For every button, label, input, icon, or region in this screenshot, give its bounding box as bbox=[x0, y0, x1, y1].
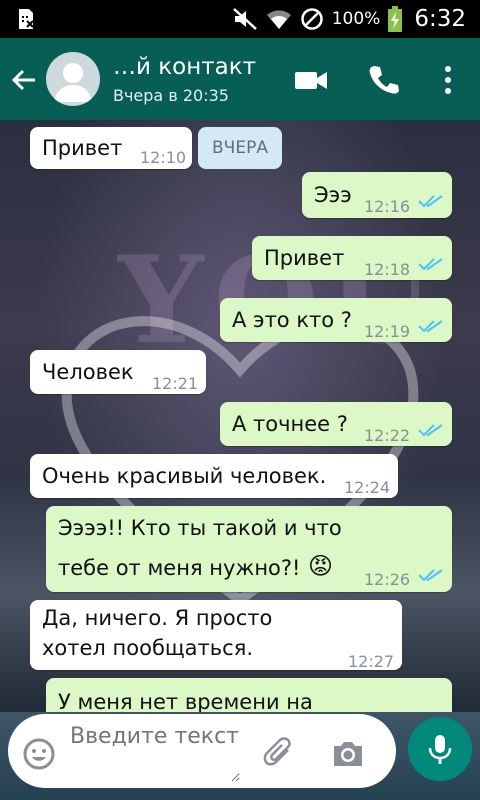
message-outgoing[interactable]: У меня нет времени на bbox=[46, 678, 452, 712]
message-outgoing[interactable]: А точнее ? 12:22 bbox=[220, 402, 452, 446]
message-time: 12:18 bbox=[364, 260, 411, 279]
chat-area[interactable]: YOU ВЧЕРА Привет 12:10 Эээ 12:16 Привет … bbox=[0, 120, 480, 712]
back-arrow-icon[interactable] bbox=[8, 64, 40, 96]
message-time: 12:22 bbox=[364, 426, 411, 445]
chat-header: …й контакт Вчера в 20:35 bbox=[0, 38, 480, 120]
default-avatar-icon bbox=[54, 63, 92, 102]
camera-icon[interactable] bbox=[330, 736, 366, 772]
read-ticks-icon bbox=[418, 424, 443, 437]
message-text-line-1: Да, ничего. Я просто bbox=[42, 606, 273, 630]
sim-card-icon bbox=[19, 9, 34, 29]
message-text-line-2: тебе от меня нужно?! bbox=[58, 556, 301, 580]
battery-percent: 100% bbox=[331, 9, 381, 29]
message-text-line-2: хотел пообщаться. bbox=[42, 636, 254, 660]
message-outgoing[interactable]: Эээ 12:16 bbox=[302, 172, 452, 218]
battery-charging-icon bbox=[388, 6, 403, 32]
phone-call-icon[interactable] bbox=[365, 62, 401, 98]
message-time: 12:24 bbox=[344, 478, 391, 497]
date-separator: ВЧЕРА bbox=[198, 127, 282, 169]
message-incoming[interactable]: Привет 12:10 bbox=[30, 127, 192, 169]
message-time: 12:26 bbox=[364, 570, 411, 589]
no-sim-icon bbox=[300, 8, 323, 30]
contact-name: …й контакт bbox=[113, 54, 257, 80]
message-outgoing[interactable]: Привет 12:18 bbox=[252, 236, 452, 280]
attach-paperclip-icon[interactable] bbox=[262, 736, 298, 772]
emoji-icon[interactable] bbox=[22, 737, 56, 771]
message-time: 12:10 bbox=[140, 148, 187, 167]
message-text: Человек bbox=[42, 360, 134, 384]
message-text: Эээ bbox=[314, 183, 352, 207]
read-ticks-icon bbox=[418, 569, 443, 582]
message-outgoing[interactable]: А это кто ? 12:19 bbox=[220, 298, 452, 342]
message-text: А точнее ? bbox=[232, 412, 348, 436]
message-text: У меня нет времени на bbox=[58, 690, 313, 712]
message-composer bbox=[0, 712, 480, 800]
video-call-icon[interactable] bbox=[293, 62, 329, 98]
message-time: 12:21 bbox=[152, 374, 199, 393]
more-options-icon[interactable] bbox=[430, 62, 466, 98]
message-incoming[interactable]: Человек 12:21 bbox=[30, 350, 206, 394]
microphone-icon bbox=[428, 735, 452, 764]
status-bar: 100% 6:32 bbox=[0, 0, 480, 38]
voice-message-button[interactable] bbox=[408, 717, 472, 781]
message-text: А это кто ? bbox=[232, 308, 352, 332]
message-input[interactable] bbox=[70, 722, 240, 782]
mute-icon bbox=[232, 8, 257, 30]
message-time: 12:16 bbox=[364, 197, 411, 216]
read-ticks-icon bbox=[418, 258, 443, 271]
message-incoming[interactable]: Да, ничего. Я просто хотел пообщаться. 1… bbox=[30, 600, 402, 671]
message-text-line-1: Ээээ!! Кто ты такой и что bbox=[58, 516, 342, 540]
wifi-icon bbox=[266, 10, 291, 29]
message-outgoing[interactable]: Ээээ!! Кто ты такой и что тебе от меня н… bbox=[46, 506, 452, 592]
message-text: Очень красивый человек. bbox=[42, 464, 327, 488]
read-ticks-icon bbox=[418, 320, 443, 333]
last-seen-status: Вчера в 20:35 bbox=[113, 86, 229, 105]
contact-avatar[interactable] bbox=[46, 52, 100, 106]
message-time: 12:27 bbox=[348, 652, 395, 671]
message-time: 12:19 bbox=[364, 322, 411, 341]
message-text: Привет bbox=[264, 246, 345, 270]
read-ticks-icon bbox=[418, 195, 443, 208]
message-input-container bbox=[8, 714, 396, 788]
contact-info[interactable]: …й контакт Вчера в 20:35 bbox=[113, 54, 256, 105]
message-incoming[interactable]: Очень красивый человек. 12:24 bbox=[30, 454, 398, 498]
clock: 6:32 bbox=[414, 6, 466, 32]
message-text: Привет bbox=[42, 136, 123, 160]
angry-face-emoji: 😡 bbox=[308, 552, 334, 580]
